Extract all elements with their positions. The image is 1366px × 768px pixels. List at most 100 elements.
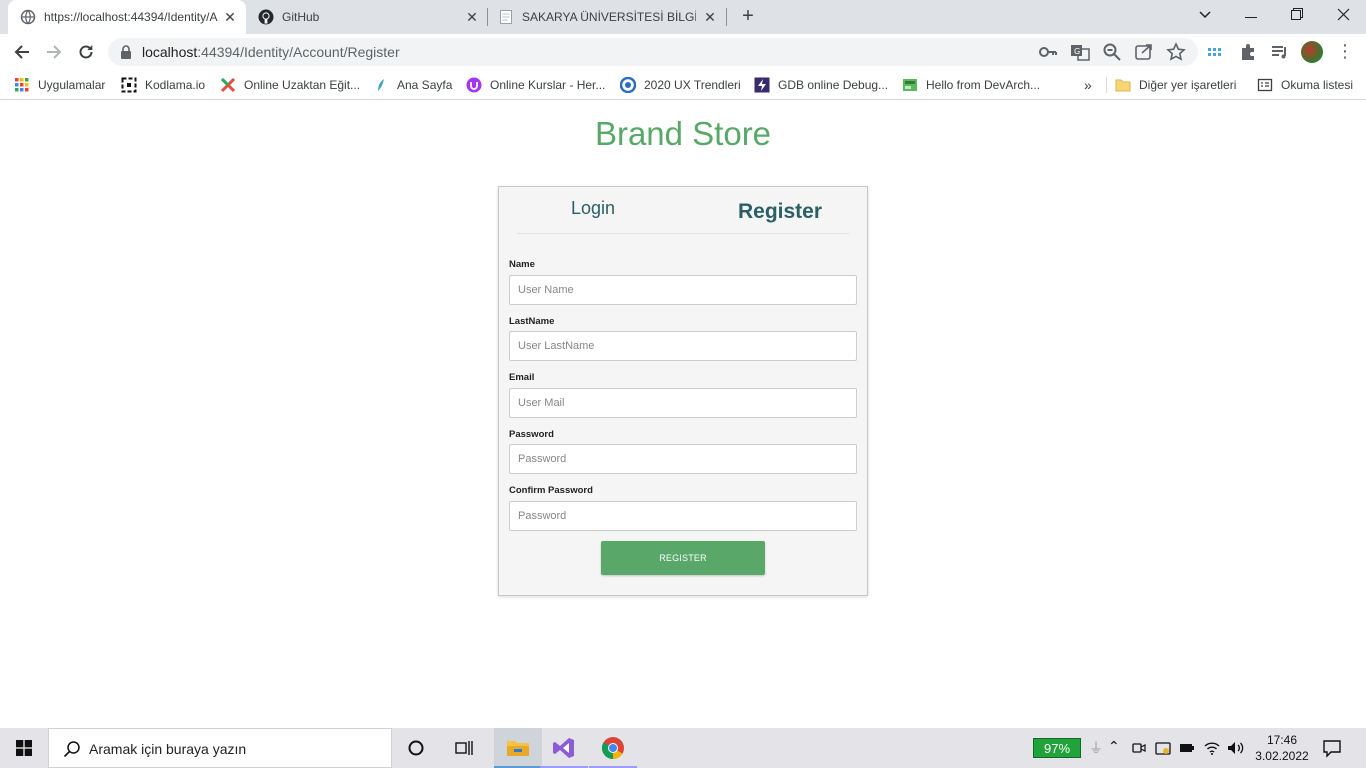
- tab-title: SAKARYA ÜNİVERSİTESİ BİLGİ SİS: [522, 10, 696, 24]
- extension-grid-icon[interactable]: [1206, 42, 1226, 62]
- email-input[interactable]: [509, 388, 857, 418]
- tab-register[interactable]: Register: [738, 200, 822, 224]
- tab-search-chevron-down-icon[interactable]: [1182, 0, 1228, 30]
- tab-login[interactable]: Login: [571, 198, 615, 219]
- tab-separator: [487, 8, 488, 26]
- tab-title: GitHub: [282, 10, 320, 24]
- visual-studio-icon: [553, 738, 574, 758]
- taskbar-file-explorer[interactable]: [494, 728, 542, 768]
- bookmark-reading-list[interactable]: Okuma listesi: [1257, 75, 1353, 95]
- bookmark-label: Ana Sayfa: [397, 78, 453, 92]
- clock-time: 17:46: [1266, 733, 1298, 747]
- address-host: localhost: [142, 44, 198, 60]
- more-menu-icon[interactable]: ⋮: [1336, 42, 1354, 62]
- bookmark-label: Hello from DevArch...: [926, 78, 1041, 92]
- bookmark-other[interactable]: Diğer yer işaretleri: [1115, 75, 1236, 95]
- media-control-icon[interactable]: [1270, 42, 1290, 62]
- password-input[interactable]: [509, 444, 857, 474]
- translate-icon[interactable]: G: [1070, 42, 1090, 62]
- volume-icon[interactable]: [1227, 740, 1245, 756]
- bookmark-ana-sayfa[interactable]: Ana Sayfa: [373, 75, 452, 95]
- notification-center-icon[interactable]: [1322, 738, 1342, 758]
- kodlama-icon: [121, 77, 137, 93]
- bookmark-online-kurslar[interactable]: Online Kurslar - Her...: [466, 75, 605, 95]
- profile-avatar[interactable]: [1301, 41, 1323, 63]
- address-url: localhost:44394/Identity/Account/Registe…: [142, 44, 400, 60]
- bookmark-star-icon[interactable]: [1166, 42, 1186, 62]
- share-icon[interactable]: [1134, 42, 1154, 62]
- lastname-label: LastName: [509, 316, 555, 327]
- taskbar-visual-studio[interactable]: [540, 728, 588, 768]
- system-clock[interactable]: 17:46 3.02.2022: [1252, 732, 1312, 764]
- wifi-icon[interactable]: [1203, 740, 1221, 756]
- cortana-button[interactable]: [392, 728, 440, 768]
- battery-tray-icon[interactable]: [1179, 741, 1195, 755]
- search-icon: [63, 741, 80, 758]
- new-tab-button[interactable]: +: [737, 5, 759, 27]
- bookmark-label: Online Kurslar - Her...: [490, 78, 606, 92]
- name-label: Name: [509, 259, 535, 270]
- bookmark-devarch[interactable]: Hello from DevArch...: [902, 75, 1040, 95]
- close-window-button[interactable]: [1320, 0, 1366, 30]
- bookmark-kodlama[interactable]: Kodlama.io: [121, 75, 205, 95]
- cortana-circle-icon: [408, 740, 424, 756]
- meet-now-icon[interactable]: [1132, 740, 1146, 756]
- globe-icon: [20, 9, 36, 25]
- confirm-password-label: Confirm Password: [509, 485, 593, 496]
- address-bar[interactable]: localhost:44394/Identity/Account/Registe…: [108, 38, 1198, 66]
- windows-taskbar: Aramak için buraya yazın 97% ⏚ ⌃ 17:46 3…: [0, 728, 1366, 768]
- auth-card: Login Register Name LastName Email Passw…: [498, 186, 868, 596]
- power-plug-icon[interactable]: ⏚: [1089, 738, 1103, 758]
- confirm-password-input[interactable]: [509, 501, 857, 531]
- back-button[interactable]: [10, 40, 34, 64]
- x-logo-icon: [220, 77, 236, 93]
- taskbar-search-box[interactable]: Aramak için buraya yazın: [48, 728, 392, 768]
- tab-localhost[interactable]: https://localhost:44394/Identity/A ✕: [8, 0, 246, 34]
- bookmarks-bar: Uygulamalar Kodlama.io Online Uzaktan Eğ…: [0, 70, 1366, 100]
- windows-start-icon[interactable]: [16, 740, 32, 756]
- tab-github[interactable]: GitHub ✕: [250, 0, 488, 34]
- reload-button[interactable]: [74, 40, 98, 64]
- taskbar-chrome[interactable]: [589, 728, 637, 768]
- folder-icon: [1115, 79, 1131, 92]
- file-explorer-icon: [507, 741, 529, 756]
- register-button[interactable]: REGISTER: [601, 541, 765, 575]
- leaf-icon: [378, 79, 384, 91]
- tab-title: https://localhost:44394/Identity/A: [44, 10, 218, 24]
- tray-chevron-up-icon[interactable]: ⌃: [1108, 738, 1120, 755]
- bookmark-label: Kodlama.io: [145, 78, 206, 92]
- tab-close-icon[interactable]: ✕: [464, 9, 480, 25]
- reading-list-icon: [1257, 78, 1273, 92]
- bookmark-label: 2020 UX Trendleri: [644, 78, 741, 92]
- tab-close-icon[interactable]: ✕: [702, 9, 718, 25]
- github-icon: [258, 9, 274, 25]
- zoom-icon[interactable]: [1102, 42, 1122, 62]
- bookmark-apps[interactable]: Uygulamalar: [14, 75, 105, 95]
- tab-close-icon[interactable]: ✕: [222, 9, 238, 25]
- bookmark-gdb[interactable]: GDB online Debug...: [754, 75, 888, 95]
- tab-sakarya[interactable]: SAKARYA ÜNİVERSİTESİ BİLGİ SİS ✕: [490, 0, 726, 34]
- lock-icon: [121, 45, 131, 59]
- devarch-icon: [903, 79, 917, 91]
- security-alert-icon[interactable]: [1155, 740, 1171, 756]
- bookmark-online-uzaktan[interactable]: Online Uzaktan Eğit...: [220, 75, 360, 95]
- battery-indicator[interactable]: 97%: [1033, 738, 1081, 758]
- gdb-icon: [754, 77, 770, 93]
- extensions-puzzle-icon[interactable]: [1238, 42, 1258, 62]
- circle-logo-icon: [620, 77, 636, 93]
- browser-tab-strip: https://localhost:44394/Identity/A ✕ Git…: [0, 0, 1366, 34]
- name-input[interactable]: [509, 275, 857, 305]
- bookmarks-overflow-button[interactable]: »: [1084, 75, 1092, 95]
- restore-button[interactable]: [1274, 0, 1320, 30]
- key-icon[interactable]: [1038, 42, 1058, 62]
- lastname-input[interactable]: [509, 331, 857, 361]
- task-view-icon: [455, 741, 473, 755]
- bookmark-ux-trendleri[interactable]: 2020 UX Trendleri: [620, 75, 741, 95]
- email-label: Email: [509, 372, 535, 383]
- tab-divider: [517, 233, 849, 234]
- forward-button[interactable]: [42, 40, 66, 64]
- task-view-button[interactable]: [440, 728, 488, 768]
- minimize-button[interactable]: [1228, 0, 1274, 30]
- browser-toolbar: localhost:44394/Identity/Account/Registe…: [0, 34, 1366, 70]
- document-icon: [500, 10, 512, 24]
